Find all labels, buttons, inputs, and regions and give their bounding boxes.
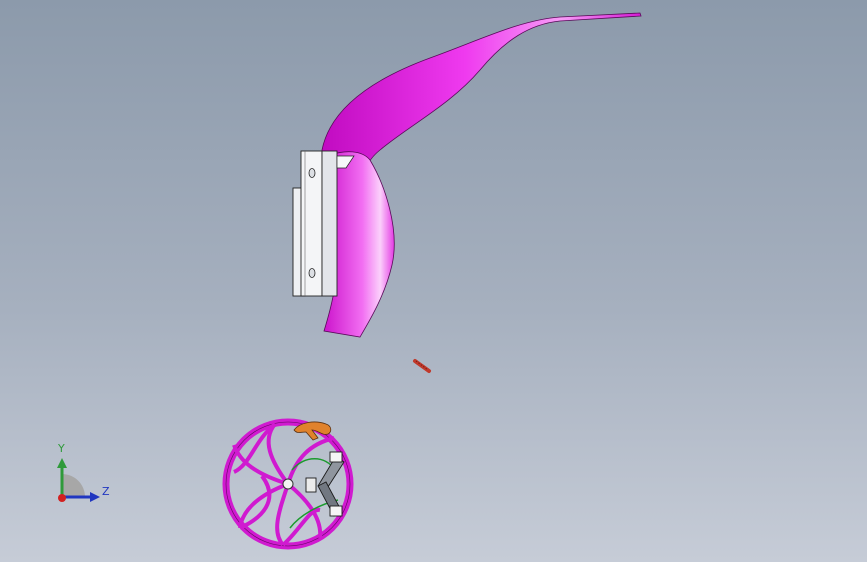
y-axis-label: Y xyxy=(58,442,65,455)
y-axis-arrow xyxy=(57,458,67,468)
x-axis-origin xyxy=(58,494,66,502)
small-pin-part[interactable] xyxy=(413,359,431,373)
cad-graphics-viewport[interactable]: Y Z xyxy=(0,0,867,562)
z-axis-arrow xyxy=(90,492,100,502)
wheel-assembly-part[interactable] xyxy=(222,418,354,550)
z-axis-label: Z xyxy=(102,485,110,498)
cad-model-scene[interactable] xyxy=(0,0,867,562)
xy-plane-quadrant xyxy=(62,474,85,497)
curved-blade-part[interactable] xyxy=(321,12,642,338)
axis-triad: Y Z xyxy=(46,440,120,510)
